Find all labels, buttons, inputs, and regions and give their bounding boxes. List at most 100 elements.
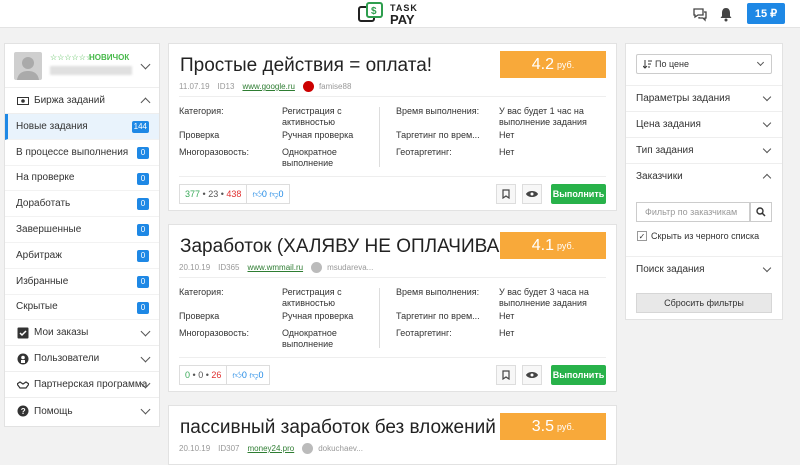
dislikes-count: 0 xyxy=(278,189,284,199)
author-avatar xyxy=(302,81,314,92)
bookmark-button[interactable] xyxy=(496,365,516,385)
thumbs-down-icon[interactable]: 👎︎ xyxy=(269,189,278,200)
filter-label: Параметры задания xyxy=(636,93,731,104)
customer-filter-input[interactable]: Фильтр по заказчикам xyxy=(636,202,750,222)
thumbs-down-icon[interactable]: 👎︎ xyxy=(249,370,258,381)
count-badge: 0 xyxy=(137,146,149,159)
logo[interactable]: $ TASK PAY xyxy=(358,1,418,27)
task-site-link[interactable]: money24.pro xyxy=(248,444,295,453)
sidebar-item-rework[interactable]: Доработать 0 xyxy=(5,191,159,218)
execute-button[interactable]: Выполнить xyxy=(551,184,606,204)
user-profile[interactable]: ☆☆☆☆☆☆ НОВИЧОК xyxy=(5,44,159,88)
count-badge: 0 xyxy=(137,198,149,211)
label-targeting: Таргетинг по врем... xyxy=(396,311,480,321)
sidebar-item-on-review[interactable]: На проверке 0 xyxy=(5,166,159,192)
chevron-down-icon xyxy=(140,404,151,415)
task-title[interactable]: пассивный заработок без вложений xyxy=(180,417,510,439)
top-bar: $ TASK PAY 15 ₽ xyxy=(0,0,800,28)
section-label: Биржа заданий xyxy=(34,95,105,106)
hide-blacklist-checkbox[interactable]: ✓ xyxy=(637,231,647,241)
stat-dark: 23 xyxy=(208,189,219,199)
handshake-icon xyxy=(17,381,29,389)
label-check: Проверка xyxy=(179,311,220,321)
reset-filters-button[interactable]: Сбросить фильтры xyxy=(636,293,772,313)
sidebar-item-arbitration[interactable]: Арбитраж 0 xyxy=(5,243,159,269)
balance-button[interactable]: 15 ₽ xyxy=(747,3,785,24)
user-rank: НОВИЧОК xyxy=(89,53,130,62)
task-id: ID307 xyxy=(218,444,240,453)
bookmark-icon xyxy=(502,189,510,199)
section-task-exchange[interactable]: Биржа заданий xyxy=(5,88,159,114)
count-badge: 0 xyxy=(137,275,149,288)
filter-search[interactable]: Поиск задания xyxy=(626,256,782,282)
count-badge: 0 xyxy=(137,301,149,314)
customer-search-button[interactable] xyxy=(750,202,772,222)
check-square-icon xyxy=(17,327,29,339)
messages-icon[interactable] xyxy=(692,6,708,22)
label-check: Проверка xyxy=(179,130,220,140)
label-repeat: Многоразовость: xyxy=(179,328,250,338)
user-circle-icon xyxy=(17,353,29,365)
task-title[interactable]: Простые действия = оплата! xyxy=(180,55,510,77)
task-date: 20.10.19 xyxy=(179,263,211,272)
bookmark-button[interactable] xyxy=(496,184,516,204)
sidebar-item-completed[interactable]: Завершенные 0 xyxy=(5,217,159,243)
svg-text:$: $ xyxy=(371,6,377,17)
task-site-link[interactable]: www.wmmail.ru xyxy=(248,263,304,272)
task-author[interactable]: dokuchaev... xyxy=(318,444,363,453)
author-avatar xyxy=(302,443,314,454)
filter-label: Заказчики xyxy=(636,171,683,182)
eye-icon xyxy=(526,191,538,197)
filter-price[interactable]: Цена задания xyxy=(626,111,782,137)
section-label: Мои заказы xyxy=(34,327,89,339)
section-help[interactable]: ? Помощь xyxy=(5,398,159,424)
sidebar-item-new[interactable]: Новые задания 144 xyxy=(5,114,159,140)
value-time: У вас будет 3 часа на выполнение задания xyxy=(499,287,589,308)
task-date: 11.07.19 xyxy=(179,82,210,91)
stat-dark: 0 xyxy=(198,370,204,380)
filter-params[interactable]: Параметры задания xyxy=(626,85,782,111)
chevron-up-icon xyxy=(140,97,151,108)
item-label: Арбитраж xyxy=(16,249,62,261)
task-card: Заработок (ХАЛЯВУ НЕ ОПЛАЧИВАЮ !!!... 4.… xyxy=(168,224,617,392)
thumbs-up-icon[interactable]: 👍︎ xyxy=(252,189,261,200)
label-time: Время выполнения: xyxy=(396,106,480,116)
section-partner[interactable]: Партнерская программа xyxy=(5,372,159,399)
task-author[interactable]: msudareva... xyxy=(327,263,373,272)
likes-count: 0 xyxy=(261,189,267,199)
label-repeat: Многоразовость: xyxy=(179,147,250,157)
count-badge: 0 xyxy=(137,172,149,185)
sort-select[interactable]: По цене xyxy=(636,54,772,74)
stat-green: 0 xyxy=(185,370,191,380)
task-title[interactable]: Заработок (ХАЛЯВУ НЕ ОПЛАЧИВАЮ !!!... xyxy=(180,236,510,258)
item-label: Доработать xyxy=(16,198,71,210)
value-category: Регистрация с активностью xyxy=(282,287,342,308)
likes-count: 0 xyxy=(241,370,247,380)
label-category: Категория: xyxy=(179,287,224,297)
sidebar-item-hidden[interactable]: Скрытые 0 xyxy=(5,295,159,321)
section-my-orders[interactable]: Мои заказы xyxy=(5,320,159,347)
chevron-down-icon xyxy=(140,352,151,363)
sidebar-item-favorites[interactable]: Избранные 0 xyxy=(5,269,159,295)
filter-customers[interactable]: Заказчики xyxy=(626,163,782,189)
bell-icon[interactable] xyxy=(718,6,734,22)
filter-type[interactable]: Тип задания xyxy=(626,137,782,163)
item-label: Новые задания xyxy=(16,120,88,132)
value-geo: Нет xyxy=(499,147,515,157)
task-id: ID13 xyxy=(217,82,235,91)
thumbs-up-icon[interactable]: 👍︎ xyxy=(232,370,241,381)
stat-sep: • xyxy=(202,189,206,199)
view-button[interactable] xyxy=(522,365,542,385)
chevron-down-icon[interactable] xyxy=(140,59,151,70)
sidebar-item-in-progress[interactable]: В процессе выполнения 0 xyxy=(5,140,159,166)
task-stats: 0 • 0 • 26 👍︎ 0 👎︎ 0 xyxy=(179,365,270,385)
execute-button[interactable]: Выполнить xyxy=(551,365,606,385)
task-site-link[interactable]: www.google.ru xyxy=(242,82,294,91)
task-author[interactable]: famise88 xyxy=(319,82,351,91)
task-card: пассивный заработок без вложений 3.5 руб.… xyxy=(168,405,617,465)
view-button[interactable] xyxy=(522,184,542,204)
item-label: На проверке xyxy=(16,172,75,184)
sidebar: ☆☆☆☆☆☆ НОВИЧОК Биржа заданий Новые задан… xyxy=(4,43,160,427)
section-users[interactable]: Пользователи xyxy=(5,346,159,373)
item-label: Завершенные xyxy=(16,224,82,236)
